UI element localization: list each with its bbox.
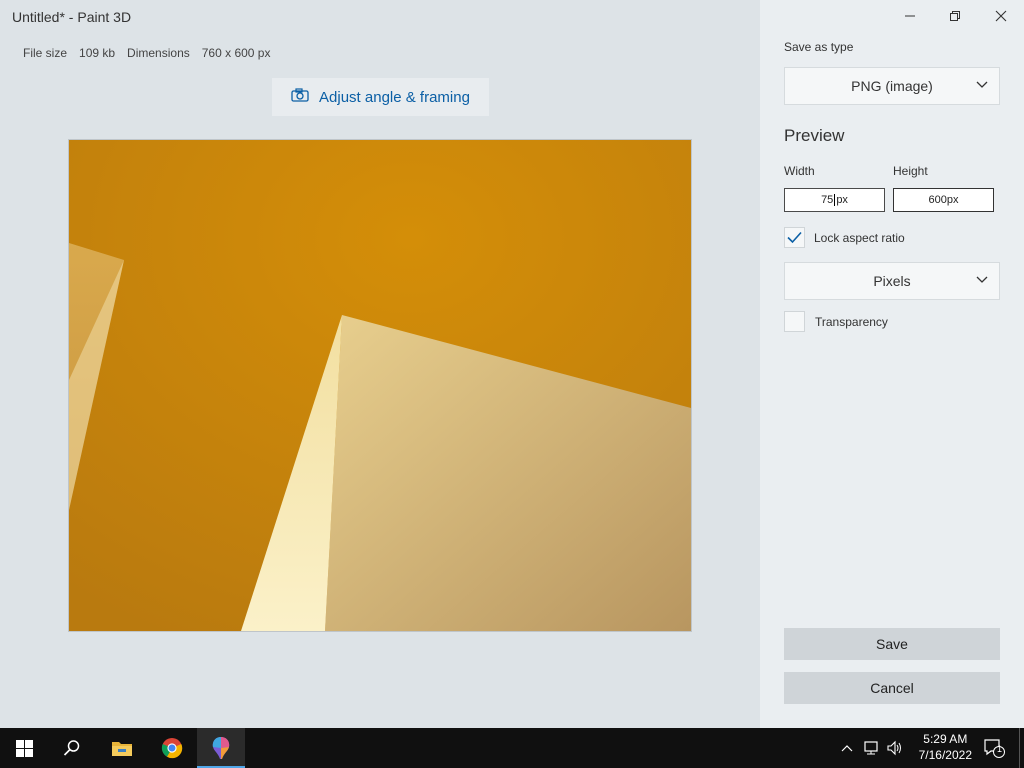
- file-size-value: 109 kb: [79, 46, 116, 60]
- start-icon: [15, 739, 33, 757]
- search-button[interactable]: [48, 728, 96, 768]
- volume-icon: [887, 740, 901, 756]
- save-as-type-dropdown[interactable]: PNG (image): [784, 67, 1000, 105]
- height-unit: px: [946, 194, 959, 206]
- notification-count: 1: [997, 744, 1003, 754]
- network-icon: [864, 741, 878, 755]
- minimize-button[interactable]: [887, 0, 933, 32]
- paint3d-button[interactable]: [197, 728, 245, 768]
- file-info: File size 109 kb Dimensions 760 x 600 px: [23, 46, 282, 60]
- chrome-button[interactable]: [148, 728, 196, 768]
- search-icon: [63, 740, 80, 756]
- image-preview: [69, 140, 691, 631]
- network-button[interactable]: [860, 728, 882, 768]
- file-size-label: File size: [23, 46, 68, 60]
- save-button[interactable]: Save: [784, 628, 1000, 660]
- window-title: Untitled* - Paint 3D: [12, 9, 132, 25]
- height-label: Height: [893, 164, 928, 178]
- close-button[interactable]: [978, 0, 1024, 32]
- close-icon: [995, 10, 1007, 22]
- chevron-down-icon: [976, 276, 988, 283]
- dimensions-label: Dimensions: [127, 46, 190, 60]
- save-as-type-value: PNG (image): [851, 78, 933, 94]
- save-panel: [760, 0, 1024, 728]
- action-center-button[interactable]: 1: [980, 728, 1008, 768]
- start-button[interactable]: [0, 728, 48, 768]
- clock-date: 7/16/2022: [918, 748, 972, 762]
- restore-icon: [950, 11, 960, 21]
- transparency-checkbox[interactable]: [784, 311, 805, 332]
- show-hidden-icons-button[interactable]: [838, 728, 856, 768]
- cancel-button[interactable]: Cancel: [784, 672, 1000, 704]
- volume-button[interactable]: [884, 728, 906, 768]
- height-input[interactable]: 600 px: [893, 188, 994, 212]
- chrome-icon: [161, 738, 183, 759]
- file-explorer-icon: [112, 742, 132, 756]
- lock-aspect-ratio-checkbox[interactable]: [784, 227, 805, 248]
- show-desktop-button[interactable]: [1019, 728, 1024, 768]
- transparency-label: Transparency: [815, 315, 888, 329]
- minimize-icon: [905, 15, 915, 17]
- dimensions-value: 760 x 600 px: [201, 46, 271, 60]
- units-value: Pixels: [873, 273, 911, 289]
- clock-time: 5:29 AM: [923, 732, 968, 746]
- preview-title: Preview: [784, 126, 845, 145]
- canvas-area: Untitled* - Paint 3D File size 109 kb Dime…: [0, 0, 760, 728]
- units-dropdown[interactable]: Pixels: [784, 262, 1000, 300]
- width-unit: px: [836, 194, 848, 206]
- width-input[interactable]: 75 px: [784, 188, 885, 212]
- chevron-up-icon: [841, 745, 853, 752]
- camera-icon: [291, 88, 309, 106]
- adjust-angle-framing-label: Adjust angle & framing: [319, 88, 470, 106]
- paint3d-icon: [212, 737, 230, 759]
- file-explorer-button[interactable]: [98, 728, 146, 768]
- checkmark-icon: [787, 231, 802, 244]
- width-label: Width: [784, 164, 815, 178]
- text-cursor: [834, 194, 836, 206]
- clock[interactable]: 5:29 AM 7/16/2022: [919, 731, 972, 763]
- width-value: 75: [821, 194, 834, 206]
- taskbar: 5:29 AM 7/16/2022 1: [0, 728, 1024, 768]
- save-as-type-label: Save as type: [784, 40, 854, 54]
- lock-aspect-ratio-label: Lock aspect ratio: [814, 231, 905, 245]
- chevron-down-icon: [976, 81, 988, 88]
- adjust-angle-framing-button[interactable]: Adjust angle & framing: [272, 78, 489, 116]
- height-value: 600: [928, 194, 947, 206]
- restore-button[interactable]: [932, 0, 978, 32]
